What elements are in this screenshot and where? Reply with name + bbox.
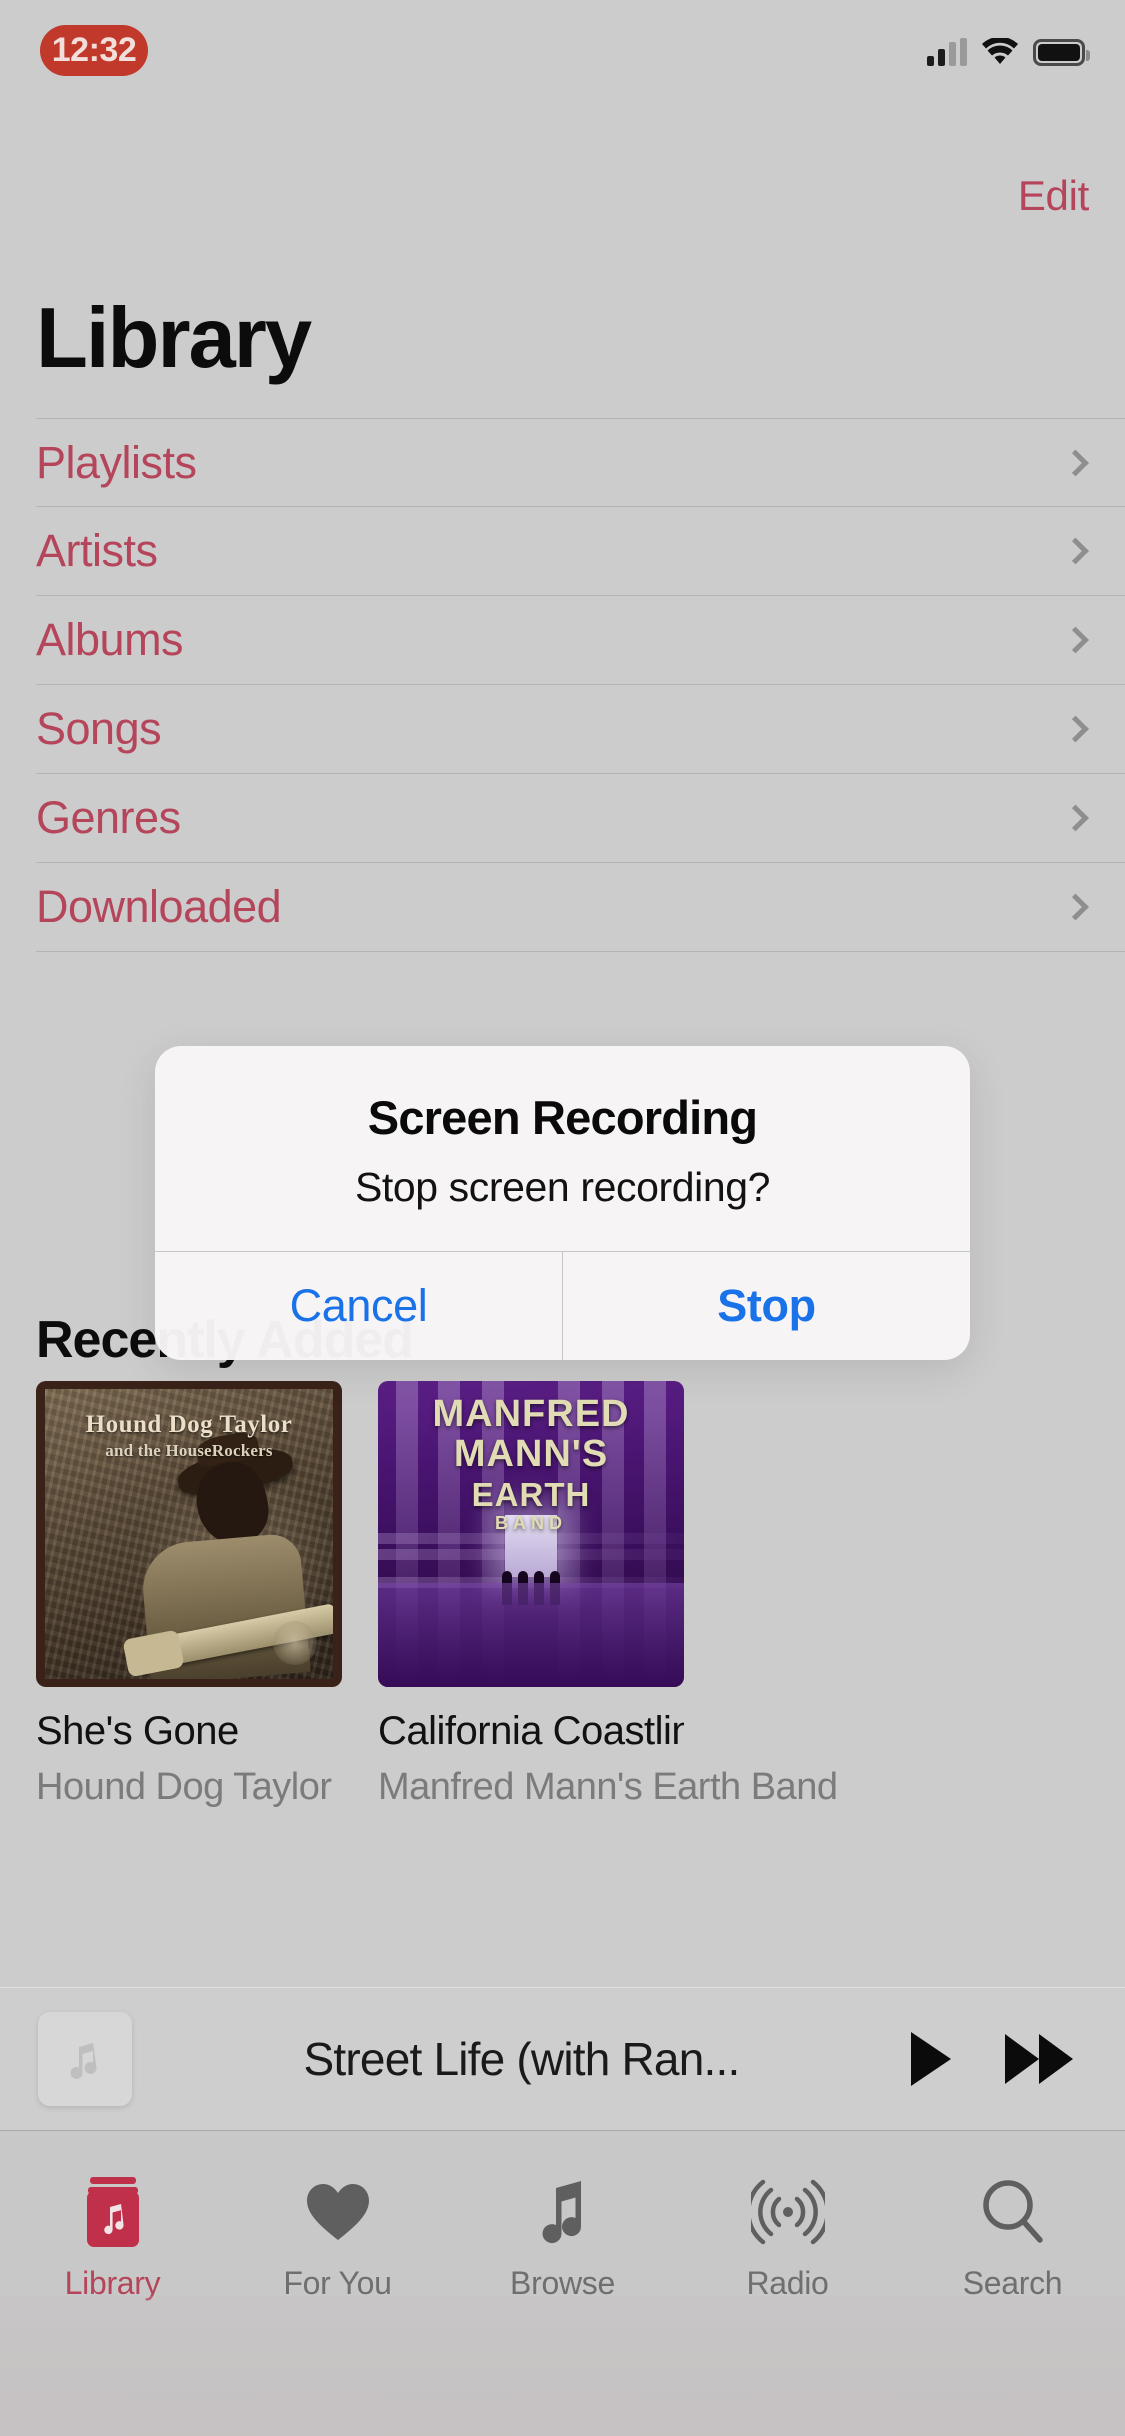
heart-icon [304,2175,372,2249]
row-label: Artists [36,525,158,576]
tab-label: Radio [746,2265,829,2301]
album-title: California Coastline [378,1709,684,1753]
sidebar-item-playlists[interactable]: Playlists [36,418,1125,507]
chevron-right-icon [1062,804,1089,832]
row-label: Genres [36,792,181,843]
chevron-right-icon [1062,893,1089,921]
album-artist: Manfred Mann's Earth Band [378,1766,838,1808]
music-note-icon [70,2043,97,2079]
battery-icon [1033,38,1090,66]
chevron-right-icon [1062,715,1089,743]
chevron-right-icon [1062,449,1089,476]
recently-added-grid: Hound Dog Taylor and the HouseRockers Sh… [36,1381,838,1809]
sidebar-item-genres[interactable]: Genres [36,774,1125,863]
tab-bar: Library For You Browse Radio Search [0,2130,1125,2436]
row-label: Playlists [36,436,197,488]
sidebar-item-albums[interactable]: Albums [36,596,1125,685]
fast-forward-icon[interactable] [1005,2034,1073,2084]
album-title: She's Gone [36,1709,239,1753]
artwork-text-line3: EARTH [471,1476,591,1513]
album-artist: Hound Dog Taylor [36,1766,332,1808]
album-card[interactable]: Hound Dog Taylor and the HouseRockers Sh… [36,1381,342,1809]
cellular-signal-icon [927,38,967,66]
tab-radio[interactable]: Radio [675,2175,900,2302]
row-label: Downloaded [36,881,282,932]
iphone-screen: 12:32 Edit Library Playlists Artists Alb… [0,0,1125,2436]
edit-button[interactable]: Edit [1018,172,1089,220]
recently-added-heading: Recently Added [36,1311,414,1369]
tab-library[interactable]: Library [0,2175,225,2302]
stop-button[interactable]: Stop [562,1252,970,1360]
album-card[interactable]: MANFRED MANN'S EARTH BAND California Coa… [378,1381,838,1809]
status-bar-clock: 12:32 [51,31,137,69]
row-label: Albums [36,614,184,665]
mini-player-artwork[interactable] [38,2012,132,2106]
artwork-text-line1: Hound Dog Taylor [85,1411,293,1438]
search-icon [979,2175,1047,2249]
tab-for-you[interactable]: For You [225,2175,450,2302]
page-title: Library [36,291,312,386]
tab-label: For You [283,2265,392,2301]
status-bar: 12:32 [0,0,1125,130]
mini-player-controls [911,2032,1073,2086]
tab-label: Browse [510,2265,615,2301]
library-list: Playlists Artists Albums Songs Genres Do… [0,418,1125,952]
tab-search[interactable]: Search [900,2175,1125,2302]
library-icon [86,2175,139,2249]
artwork-text-line4: BAND [495,1513,567,1533]
play-icon[interactable] [911,2032,951,2086]
sidebar-item-downloaded[interactable]: Downloaded [36,863,1125,952]
album-artwork[interactable]: MANFRED MANN'S EARTH BAND [378,1381,684,1687]
artwork-text-line2: and the HouseRockers [105,1441,273,1460]
row-label: Songs [36,703,162,754]
tab-label: Library [64,2265,161,2301]
status-bar-indicators [927,30,1090,74]
alert-message: Stop screen recording? [354,1164,771,1210]
sidebar-item-artists[interactable]: Artists [36,507,1125,596]
chevron-right-icon [1062,626,1089,654]
wifi-icon [981,36,1019,66]
tab-browse[interactable]: Browse [450,2175,675,2302]
now-playing-title: Street Life (with Ran... [303,2033,741,2085]
alert-header: Screen Recording Stop screen recording? [155,1046,970,1251]
mini-player[interactable]: Street Life (with Ran... [0,1987,1125,2130]
album-artwork[interactable]: Hound Dog Taylor and the HouseRockers [36,1381,342,1687]
radio-waves-icon [750,2175,825,2249]
chevron-right-icon [1062,537,1089,565]
music-note-icon [532,2175,594,2249]
tab-label: Search [962,2265,1063,2301]
screen-recording-time-pill[interactable]: 12:32 [40,25,148,76]
artwork-text-line2: MANN'S [453,1433,609,1475]
sidebar-item-songs[interactable]: Songs [36,685,1125,774]
alert-title: Screen Recording [367,1091,758,1144]
artwork-text-line1: MANFRED [432,1393,630,1435]
